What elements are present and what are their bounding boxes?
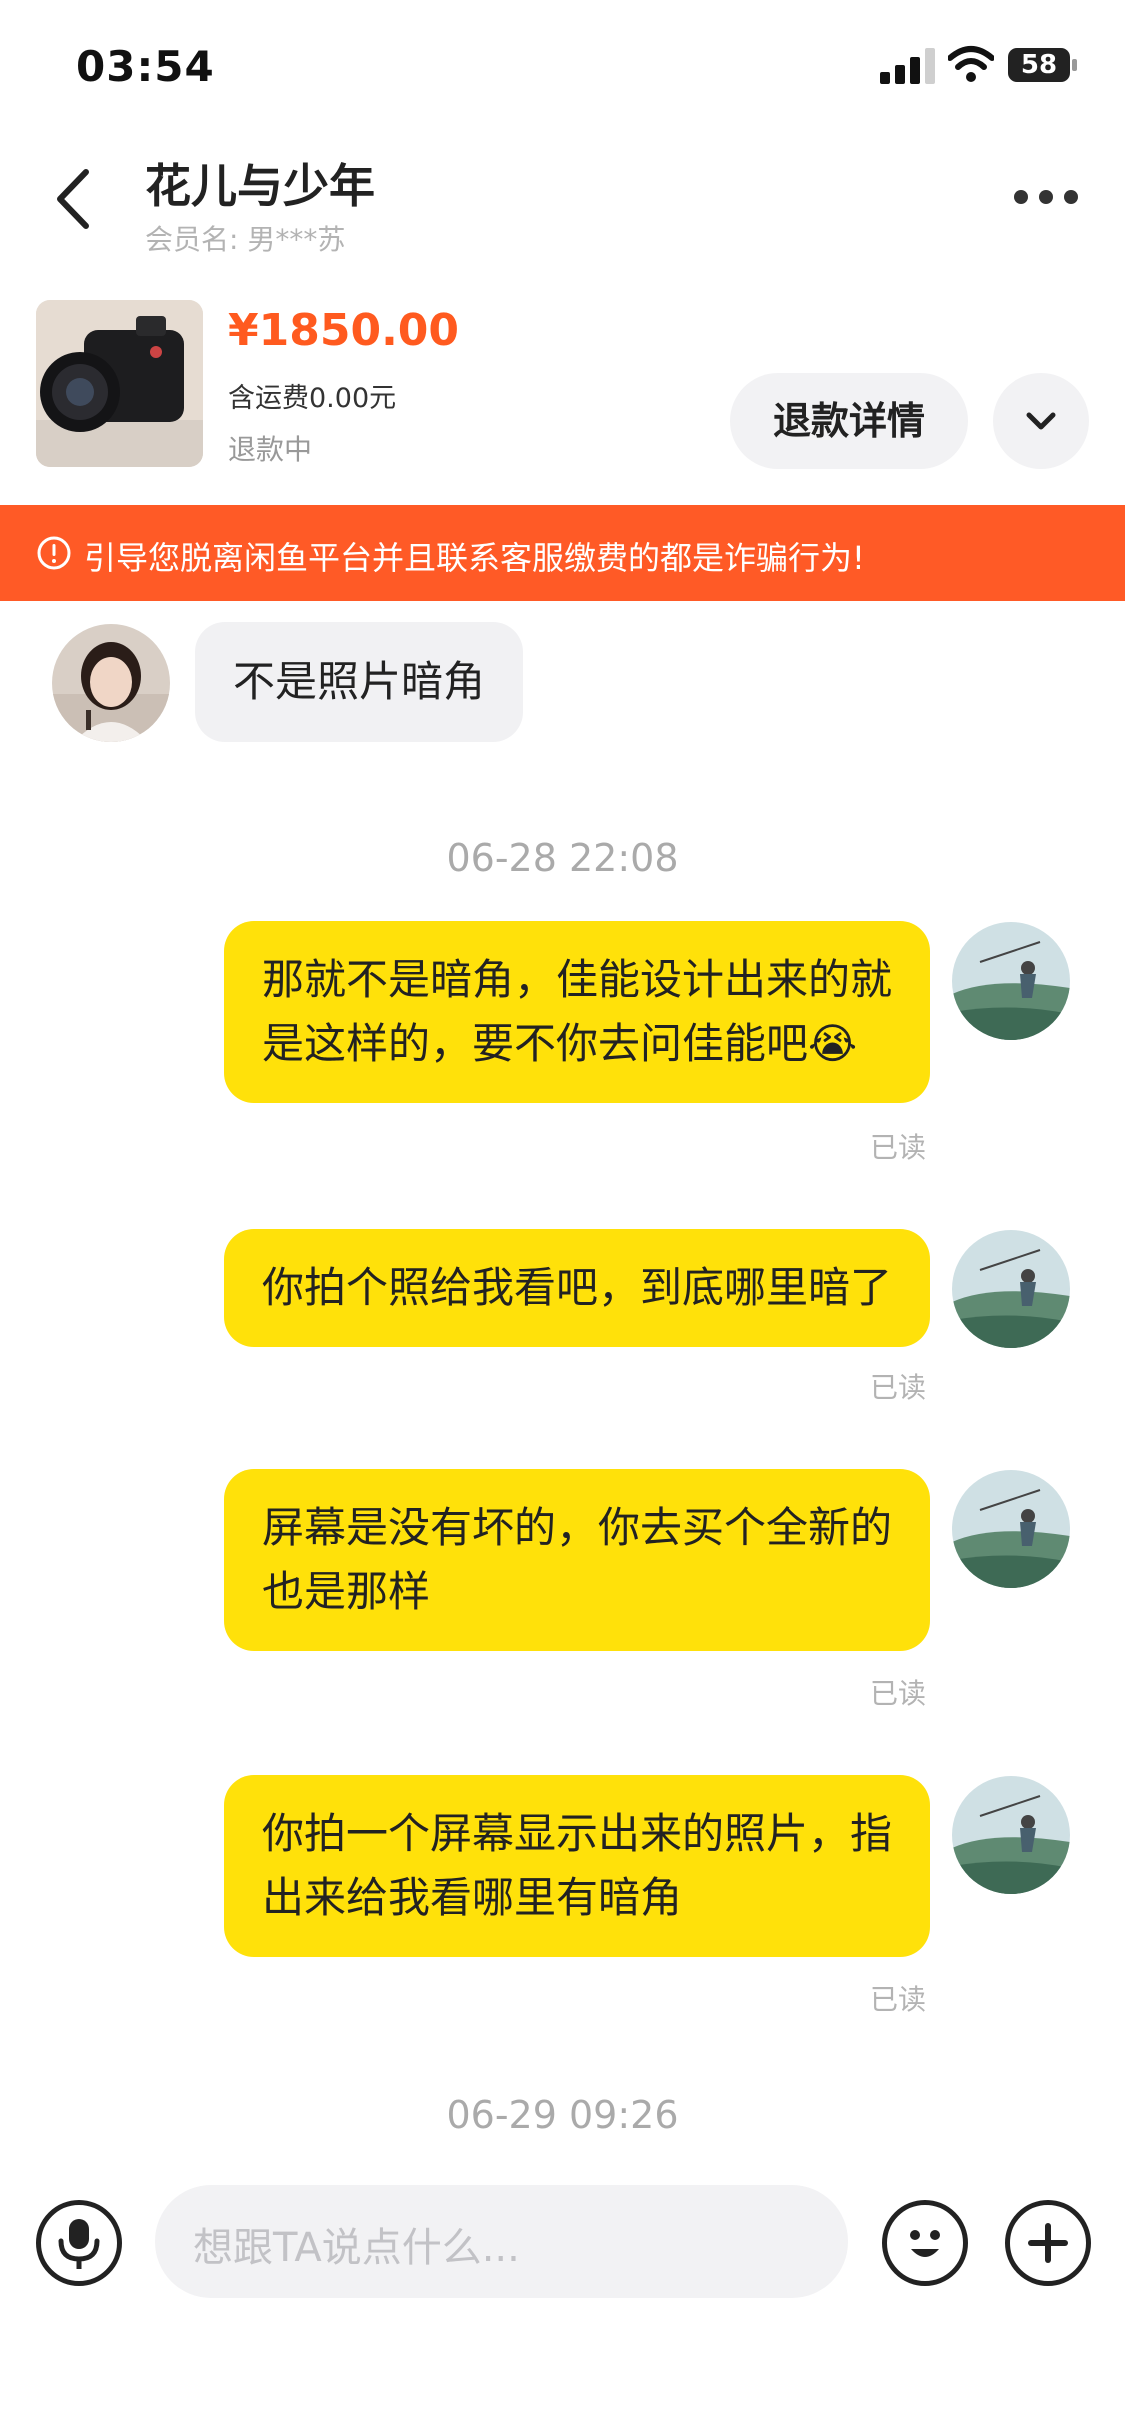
my-avatar[interactable]	[952, 922, 1070, 1040]
timestamp: 06-28 22:08	[446, 836, 679, 880]
my-avatar[interactable]	[952, 1470, 1070, 1588]
product-thumbnail[interactable]	[36, 300, 203, 467]
exclamation-circle-icon	[37, 536, 71, 570]
chevron-down-icon	[1026, 412, 1056, 430]
read-status: 已读	[870, 1131, 927, 1164]
refund-details-button[interactable]: 退款详情	[730, 373, 968, 469]
outgoing-message-bubble[interactable]: 屏幕是没有坏的，你去买个全新的 也是那样	[223, 1469, 930, 1651]
chevron-left-icon[interactable]	[52, 168, 92, 230]
member-name: 男***苏	[247, 223, 346, 256]
battery-icon: 58	[1008, 48, 1078, 82]
outgoing-message-bubble[interactable]: 你拍一个屏幕显示出来的照片，指 出来给我看哪里有暗角	[223, 1775, 930, 1957]
member-label: 会员名:	[145, 223, 248, 256]
add-button[interactable]	[1005, 2200, 1091, 2286]
message-line: 那就不是暗角，佳能设计出来的就	[261, 955, 892, 1004]
message-line: 也是那样	[261, 1567, 430, 1616]
plus-icon	[1028, 2223, 1068, 2263]
my-avatar[interactable]	[952, 1230, 1070, 1348]
read-status: 已读	[870, 1371, 927, 1404]
product-price: ¥1850.00	[228, 305, 460, 356]
refund-status: 退款中	[228, 433, 313, 466]
outgoing-message-bubble[interactable]: 你拍个照给我看吧，到底哪里暗了	[223, 1229, 930, 1347]
shipping-fee: 含运费0.00元	[228, 383, 397, 414]
message-line: 你拍个照给我看吧，到底哪里暗了	[261, 1263, 892, 1312]
message-input[interactable]: 想跟TA说点什么...	[155, 2185, 848, 2298]
member-name-row: 会员名: 男***苏	[145, 218, 345, 258]
message-line: 出来给我看哪里有暗角	[261, 1873, 682, 1922]
message-line: 你拍一个屏幕显示出来的照片，指	[261, 1809, 892, 1858]
contact-avatar[interactable]	[52, 624, 170, 742]
mic-icon	[58, 2219, 100, 2269]
wifi-icon	[948, 46, 994, 82]
outgoing-message-bubble[interactable]: 那就不是暗角，佳能设计出来的就 是这样的，要不你去问佳能吧😭	[223, 921, 930, 1103]
expand-button[interactable]	[993, 373, 1089, 469]
message-line: 屏幕是没有坏的，你去买个全新的	[261, 1503, 892, 1552]
incoming-message-bubble[interactable]: 不是照片暗角	[195, 622, 524, 742]
message-line: 是这样的，要不你去问佳能吧😭	[262, 1012, 892, 1076]
crying-face-emoji: 😭	[808, 1019, 858, 1068]
signal-icon	[880, 48, 935, 84]
my-avatar[interactable]	[952, 1776, 1070, 1894]
chat-title: 花儿与少年	[145, 159, 375, 213]
input-placeholder: 想跟TA说点什么...	[193, 2225, 520, 2271]
message-text: 是这样的，要不你去问佳能吧	[261, 1019, 808, 1068]
more-dots-icon[interactable]	[1014, 190, 1078, 206]
smile-icon	[910, 2230, 940, 2257]
read-status: 已读	[870, 1983, 927, 2016]
battery-level: 58	[1020, 50, 1058, 80]
fraud-warning-banner: 引导您脱离闲鱼平台并且联系客服缴费的都是诈骗行为!	[0, 505, 1125, 601]
warning-text: 引导您脱离闲鱼平台并且联系客服缴费的都是诈骗行为!	[84, 539, 865, 577]
status-time: 03:54	[76, 42, 215, 91]
status-bar: 03:54 58	[0, 0, 1125, 130]
timestamp: 06-29 09:26	[446, 2093, 679, 2137]
voice-button[interactable]	[36, 2200, 122, 2286]
read-status: 已读	[870, 1677, 927, 1710]
emoji-button[interactable]	[882, 2200, 968, 2286]
